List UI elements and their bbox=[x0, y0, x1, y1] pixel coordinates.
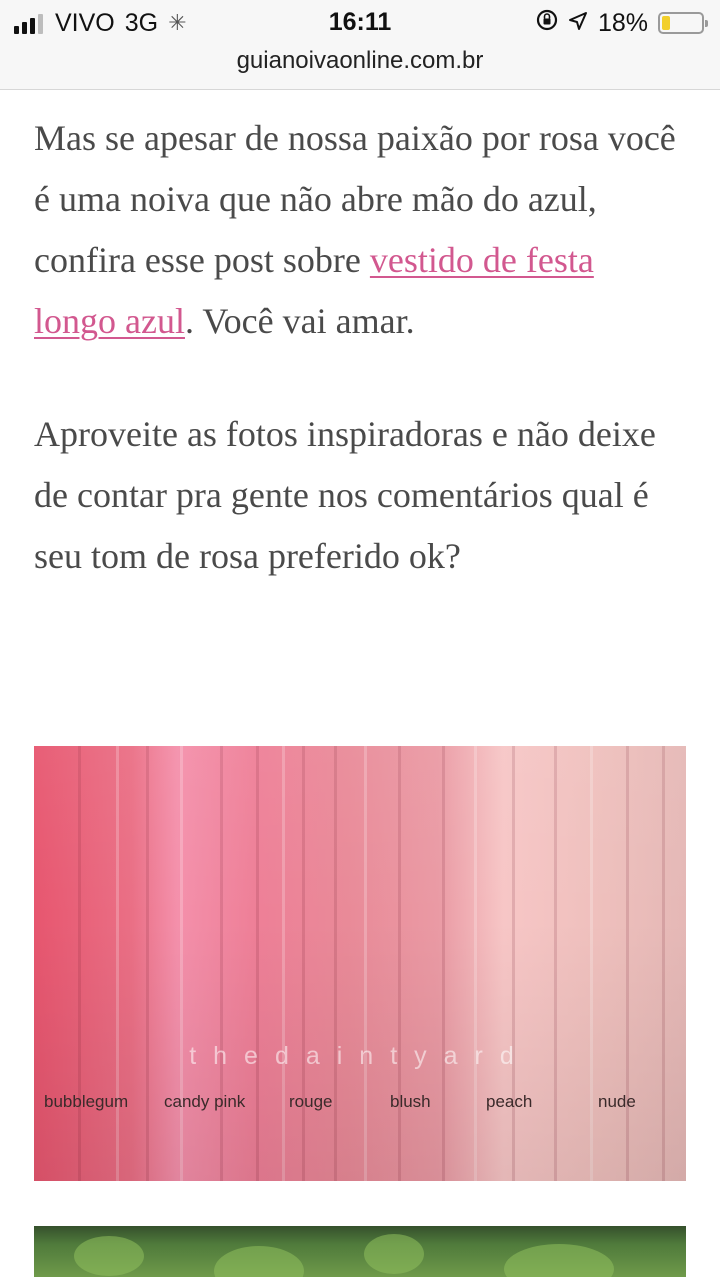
location-arrow-icon bbox=[568, 9, 588, 38]
shade-label-candy-pink: candy pink bbox=[164, 1092, 246, 1111]
url-domain[interactable]: guianoivaonline.com.br bbox=[237, 47, 484, 74]
pink-shades-photo: thedaintyard bubblegum candy pink rouge … bbox=[34, 746, 686, 1181]
shade-label-rouge: rouge bbox=[289, 1092, 333, 1111]
shade-label-blush: blush bbox=[390, 1092, 431, 1111]
shade-label-bubblegum: bubblegum bbox=[44, 1092, 129, 1111]
shade-label-peach: peach bbox=[486, 1092, 533, 1111]
paragraph-text-end: . Você vai amar. bbox=[184, 301, 415, 341]
status-bar: VIVO 3G ✳ 16:11 18% bbox=[0, 0, 720, 46]
paragraph-blue-dress: Mas se apesar de nossa paixão por rosa v… bbox=[34, 108, 684, 352]
status-right: 18% bbox=[536, 8, 708, 38]
article-body: Mas se apesar de nossa paixão por rosa v… bbox=[34, 108, 684, 639]
rotation-lock-icon bbox=[536, 9, 558, 38]
garden-photo bbox=[34, 1226, 686, 1277]
battery-percent: 18% bbox=[597, 8, 648, 37]
shade-label-nude: nude bbox=[598, 1092, 636, 1111]
battery-icon bbox=[658, 12, 708, 34]
url-bar[interactable]: guianoivaonline.com.br bbox=[0, 46, 720, 90]
paragraph-inspiration: Aproveite as fotos inspiradoras e não de… bbox=[34, 414, 656, 576]
photo-watermark: thedaintyard bbox=[189, 1042, 531, 1070]
